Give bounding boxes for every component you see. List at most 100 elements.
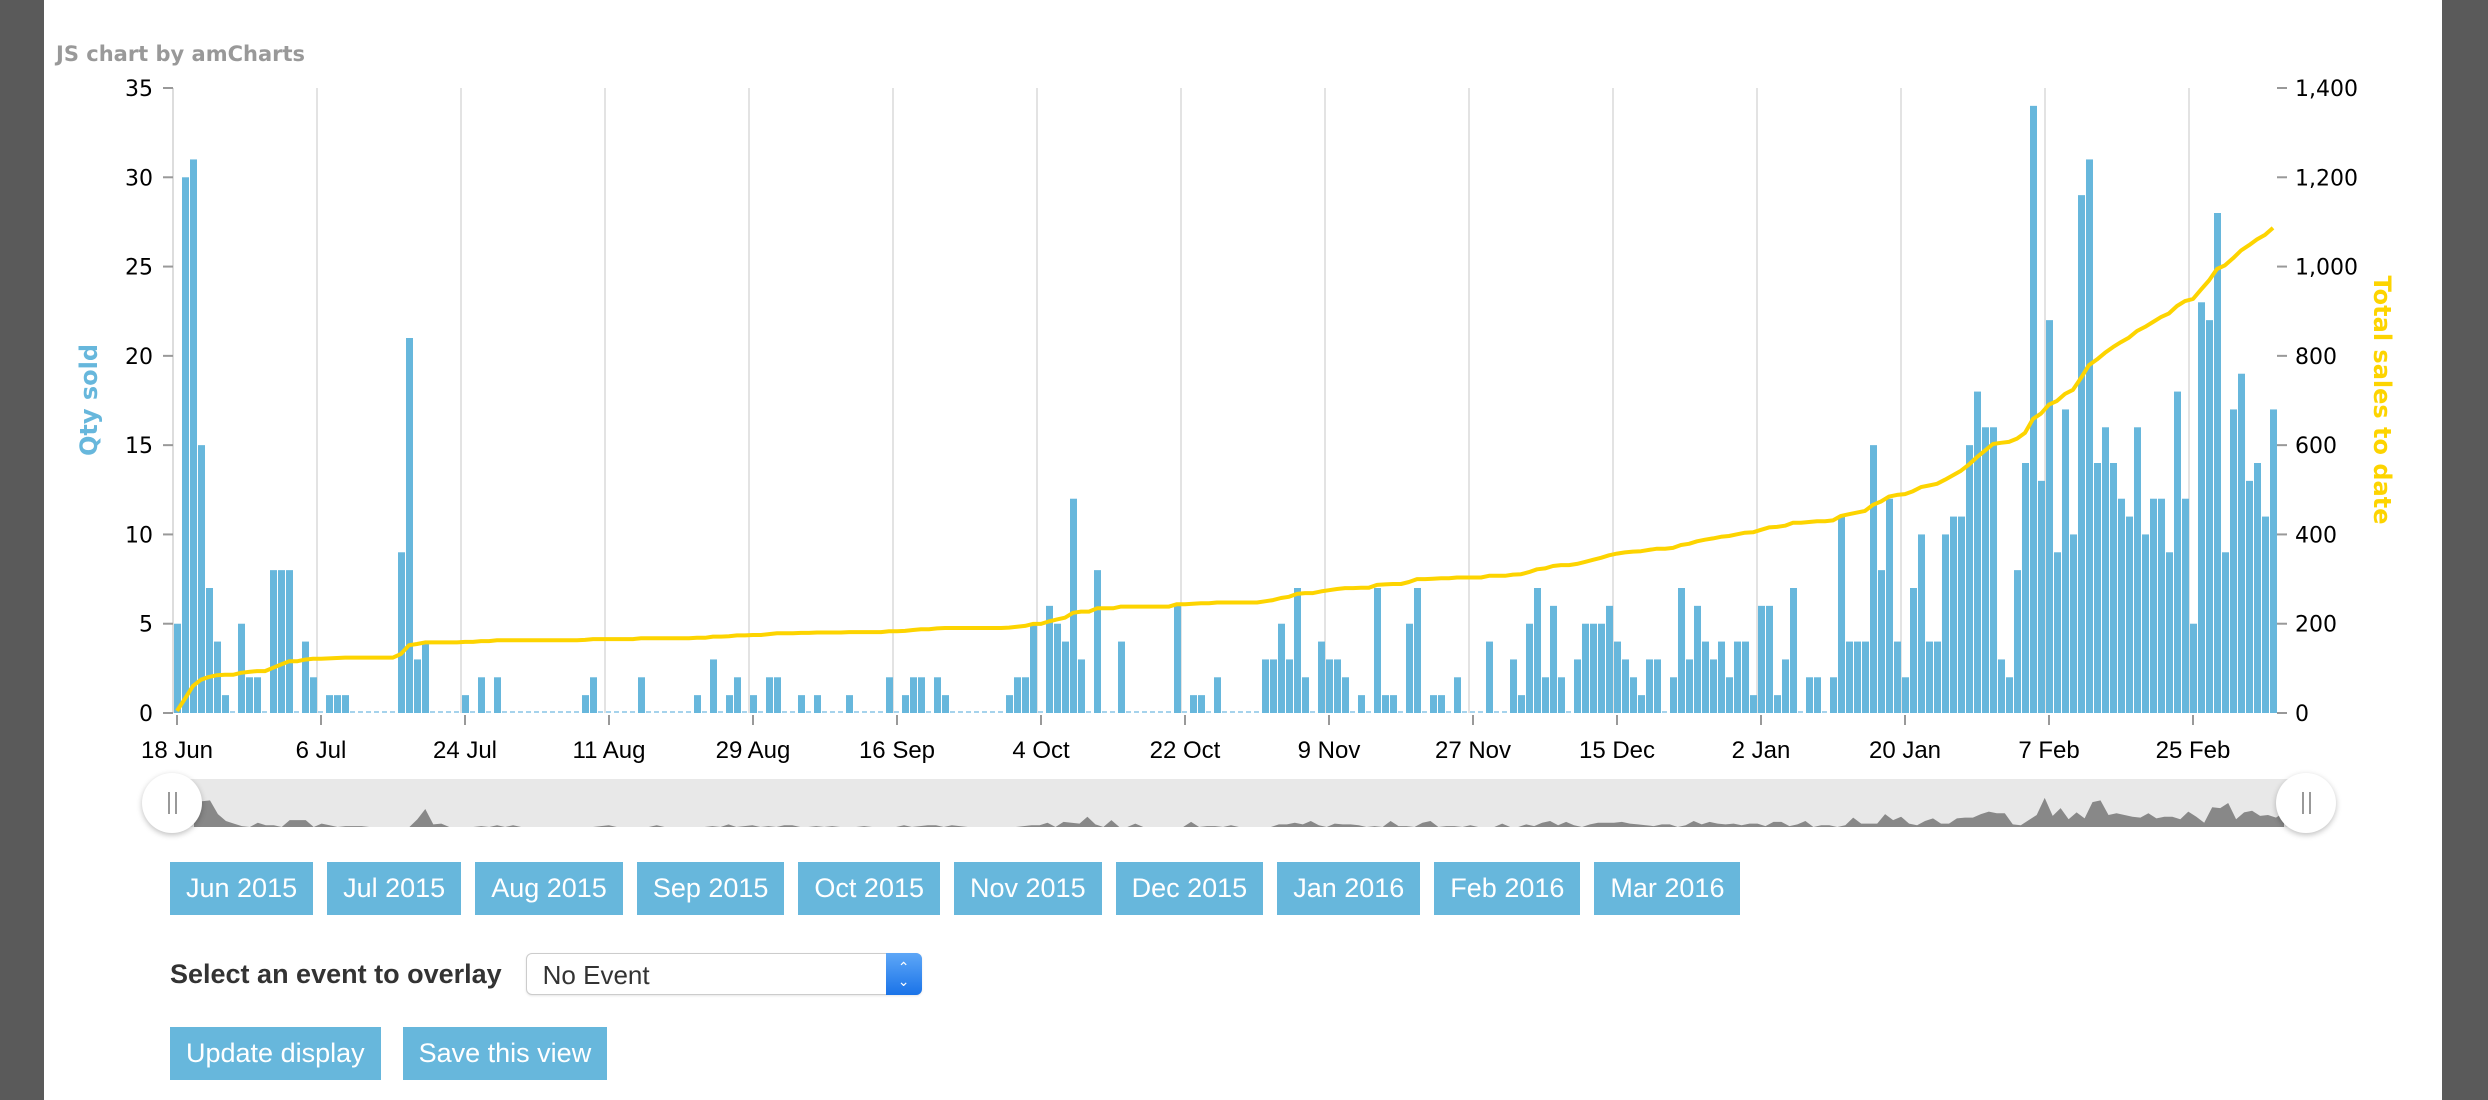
bar	[1118, 641, 1125, 713]
bar	[1094, 570, 1101, 713]
bar	[1070, 498, 1077, 713]
bar-zero	[614, 711, 619, 713]
bar	[1518, 695, 1525, 713]
bar-zero	[1662, 711, 1667, 713]
bar	[1950, 516, 1957, 713]
scrollbar-right-handle[interactable]	[2276, 773, 2336, 833]
bar	[1374, 588, 1381, 713]
bar-zero	[1126, 711, 1131, 713]
bar	[2182, 498, 2189, 713]
left-axis-tick-label: 15	[125, 434, 153, 459]
bar	[1526, 623, 1533, 713]
month-button-oct-2015[interactable]: Oct 2015	[798, 862, 940, 915]
month-button-aug-2015[interactable]: Aug 2015	[475, 862, 623, 915]
bar-zero	[990, 711, 995, 713]
x-axis-tick-label: 15 Dec	[1579, 737, 1655, 764]
bar	[1718, 641, 1725, 713]
month-button-mar-2016[interactable]: Mar 2016	[1594, 862, 1741, 915]
bar	[1878, 570, 1885, 713]
x-axis-tick-label: 29 Aug	[716, 737, 791, 764]
bar-zero	[1150, 711, 1155, 713]
bar	[1702, 641, 1709, 713]
x-axis-tick-label: 22 Oct	[1150, 737, 1221, 764]
bar-zero	[262, 711, 267, 713]
month-button-sep-2015[interactable]: Sep 2015	[636, 862, 785, 915]
bar-zero	[1310, 711, 1315, 713]
bar	[1726, 677, 1733, 713]
month-button-dec-2015[interactable]: Dec 2015	[1115, 862, 1264, 915]
bar	[902, 695, 909, 713]
bar	[1670, 677, 1677, 713]
x-axis-tick-label: 4 Oct	[1012, 737, 1070, 764]
update-display-button[interactable]: Update display	[170, 1027, 381, 1080]
bar-zero	[1206, 711, 1211, 713]
scrollbar[interactable]	[174, 779, 2304, 827]
bar	[1326, 659, 1333, 713]
chart[interactable]: 0 5 10 15 20 25 30 35 0 200 400 600 800 1,000 1,200 1,…	[44, 0, 2442, 840]
bar	[1270, 659, 1277, 713]
bar	[1590, 623, 1597, 713]
right-axis-tick-label: 400	[2295, 523, 2337, 548]
bar	[1334, 659, 1341, 713]
bar-zero	[1798, 711, 1803, 713]
event-select[interactable]: No Event ⌃ ⌄	[525, 953, 922, 995]
x-axis-tick-label: 16 Sep	[859, 737, 935, 764]
month-button-nov-2015[interactable]: Nov 2015	[954, 862, 1102, 915]
bar	[206, 588, 213, 713]
bar	[2062, 409, 2069, 713]
bar-zero	[1086, 711, 1091, 713]
bar	[1646, 659, 1653, 713]
bar-zero	[1230, 711, 1235, 713]
month-button-jan-2016[interactable]: Jan 2016	[1277, 862, 1421, 915]
bar	[2150, 498, 2157, 713]
bar	[2190, 623, 2197, 713]
bar	[2078, 195, 2085, 714]
bar	[1214, 677, 1221, 713]
bar	[766, 677, 773, 713]
bar	[198, 445, 205, 713]
bar-zero	[1166, 711, 1171, 713]
save-view-button[interactable]: Save this view	[402, 1027, 608, 1080]
bar	[2198, 302, 2205, 713]
bar	[1974, 391, 1981, 713]
month-button-jul-2015[interactable]: Jul 2015	[327, 862, 462, 915]
bar-zero	[670, 711, 675, 713]
bar-zero	[350, 711, 355, 713]
bar-zero	[446, 711, 451, 713]
bar-zero	[998, 711, 1003, 713]
bar	[1638, 695, 1645, 713]
bar-zero	[718, 711, 723, 713]
bar	[1574, 659, 1581, 713]
month-button-feb-2016[interactable]: Feb 2016	[1434, 862, 1581, 915]
bar-zero	[1158, 711, 1163, 713]
bar	[846, 695, 853, 713]
bar-zero	[686, 711, 691, 713]
bar-zero	[1142, 711, 1147, 713]
bar-zero	[646, 711, 651, 713]
bar	[302, 641, 309, 713]
bar-zero	[374, 711, 379, 713]
bar-zero	[854, 711, 859, 713]
bar-zero	[518, 711, 523, 713]
bar	[1190, 695, 1197, 713]
bar	[462, 695, 469, 713]
bar	[2070, 534, 2077, 713]
bar	[2086, 159, 2093, 713]
bar	[2262, 516, 2269, 713]
bar	[406, 338, 413, 713]
bar	[1694, 605, 1701, 713]
bar-zero	[1366, 711, 1371, 713]
bar	[2014, 570, 2021, 713]
bar	[590, 677, 597, 713]
x-axis-tick-label: 11 Aug	[573, 737, 646, 764]
bar-zero	[486, 711, 491, 713]
bar	[190, 159, 197, 713]
scrollbar-left-handle[interactable]	[142, 773, 202, 833]
bar	[2206, 320, 2213, 713]
bar	[1734, 641, 1741, 713]
month-button-jun-2015[interactable]: Jun 2015	[170, 862, 314, 915]
bar-zero	[1478, 711, 1483, 713]
bar-zero	[606, 711, 611, 713]
bar-zero	[1470, 711, 1475, 713]
bar	[182, 177, 189, 714]
